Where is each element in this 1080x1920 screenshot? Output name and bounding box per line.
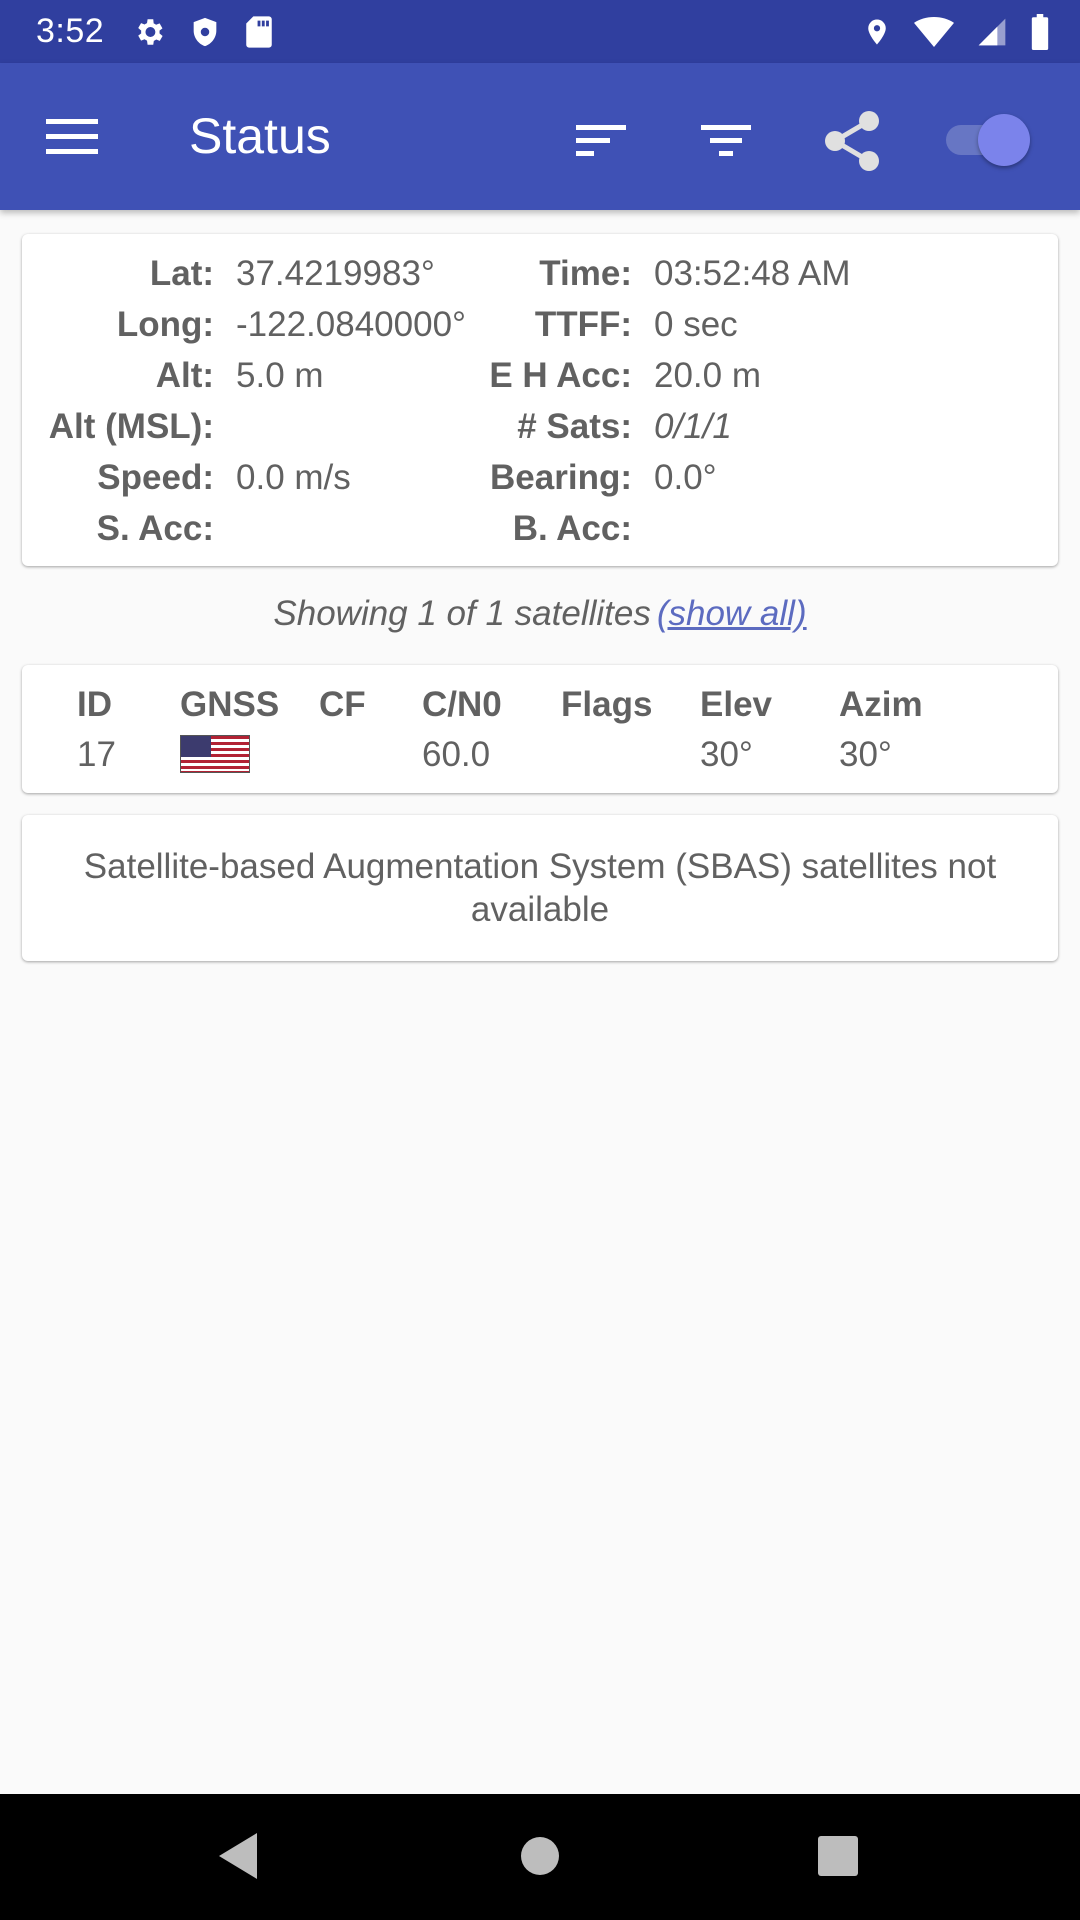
sats-label: # Sats: [517,407,632,446]
lat-value: 37.4219983° [236,254,435,293]
recents-icon [818,1836,858,1876]
location-pin-icon [862,15,892,49]
alt-value: 5.0 m [236,356,324,395]
alt-label: Alt: [155,356,214,395]
lat-label: Lat: [149,254,214,293]
time-value: 03:52:48 AM [654,254,851,293]
cell-signal-icon [976,16,1008,48]
sort-icon [576,125,626,156]
share-button[interactable] [816,105,888,177]
column-header-elev: Elev [700,685,772,724]
filter-icon [701,125,751,156]
shield-icon [188,15,222,49]
gear-icon [132,15,166,49]
speed-acc-label: S. Acc: [96,509,214,548]
status-bar: 3:52 [0,0,1080,63]
recents-button[interactable] [806,1824,870,1888]
home-icon [521,1837,559,1875]
sbas-card: Satellite-based Augmentation System (SBA… [22,815,1058,961]
column-header-azim: Azim [839,685,923,724]
bearing-label: Bearing: [490,458,632,497]
satellite-table: ID GNSS CF C/N0 Flags Elev Azim 17 60.0 … [22,665,1058,793]
sd-card-icon [244,15,274,49]
filter-button[interactable] [690,105,762,177]
column-header-flags: Flags [561,685,653,724]
ttff-label: TTFF: [534,305,632,344]
column-header-cf: CF [319,685,366,724]
show-all-link[interactable]: (show all) [657,594,807,633]
sat-elev: 30° [700,735,753,774]
ttff-value: 0 sec [654,305,738,344]
column-header-gnss: GNSS [180,685,280,724]
us-flag-icon [180,735,250,773]
speed-label: Speed: [97,458,214,497]
toggle-thumb [978,114,1030,166]
column-header-id: ID [77,685,112,724]
satellite-count-text: Showing 1 of 1 satellites [273,594,651,633]
sats-value: 0/1/1 [654,407,732,446]
status-left-icons [132,15,274,49]
back-button[interactable] [205,1824,269,1888]
battery-icon [1030,13,1050,50]
location-card: Lat: 37.4219983° Long: -122.0840000° Alt… [22,234,1058,566]
sat-azim: 30° [839,735,892,774]
status-time: 3:52 [36,12,105,50]
sort-button[interactable] [565,105,637,177]
hamburger-menu-icon [46,119,98,154]
sat-cn0: 60.0 [422,735,491,774]
app-bar: Status [0,63,1080,210]
eh-acc-label: E H Acc: [489,356,632,395]
long-label: Long: [116,305,214,344]
speed-value: 0.0 m/s [236,458,351,497]
satellite-count-line: Showing 1 of 1 satellites (show all) [0,594,1080,634]
menu-button[interactable] [40,105,104,169]
bearing-acc-label: B. Acc: [512,509,632,548]
wifi-icon [914,16,954,48]
sbas-message: Satellite-based Augmentation System (SBA… [83,847,997,929]
bearing-value: 0.0° [654,458,717,497]
page-title: Status [189,108,331,164]
sat-id: 17 [77,735,116,774]
column-header-cn0: C/N0 [422,685,502,724]
eh-acc-value: 20.0 m [654,356,761,395]
status-right-icons [862,0,1050,63]
gps-toggle-switch[interactable] [944,107,1034,167]
navigation-bar [0,1794,1080,1920]
share-icon [825,111,879,171]
long-value: -122.0840000° [236,305,467,344]
alt-msl-label: Alt (MSL): [48,407,214,446]
time-label: Time: [539,254,632,293]
back-icon [219,1833,257,1879]
home-button[interactable] [508,1824,572,1888]
